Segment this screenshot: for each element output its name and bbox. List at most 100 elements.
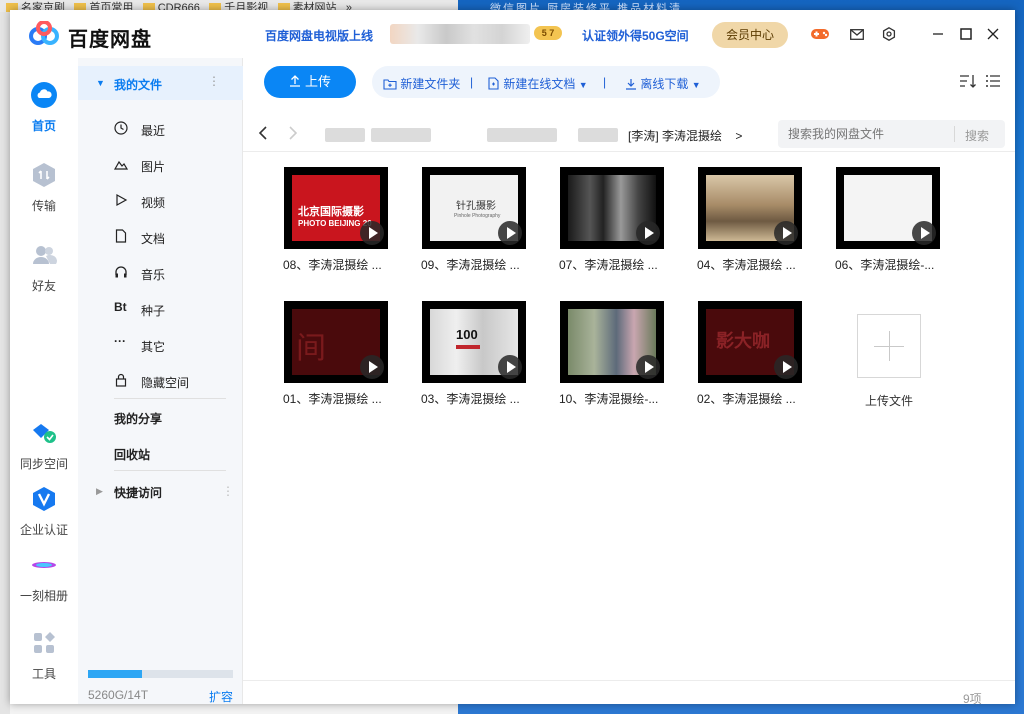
play-icon[interactable] xyxy=(774,355,798,379)
tree-item-hidden-space[interactable]: 隐藏空间 xyxy=(114,372,234,392)
view-options xyxy=(960,75,1000,88)
game-icon[interactable] xyxy=(810,24,830,44)
app-title: 百度网盘 xyxy=(68,29,152,51)
more-vertical-icon[interactable]: ⋮ xyxy=(222,484,234,498)
file-tile[interactable]: 04、李涛混摄绘 ... xyxy=(697,166,803,274)
storage-promo-link[interactable]: 认证领外得50G空间 xyxy=(582,27,689,44)
play-icon[interactable] xyxy=(774,221,798,245)
search-input[interactable] xyxy=(778,120,953,148)
nav-sync[interactable]: 同步空间 xyxy=(10,420,78,472)
video-thumbnail xyxy=(698,167,802,249)
expand-storage-link[interactable]: 扩容 xyxy=(209,688,233,705)
image-icon xyxy=(114,160,128,170)
nav-transfer-label: 传输 xyxy=(31,199,56,213)
breadcrumb-current-label: [李涛] 李涛混摄绘 xyxy=(628,129,723,143)
title-bar: 百度网盘 百度网盘电视版上线 5 7 认证领外得50G空间 会员中心 xyxy=(10,10,1015,58)
file-name: 07、李涛混摄绘 ... xyxy=(559,258,658,272)
video-thumbnail: 100 xyxy=(422,301,526,383)
upload-button[interactable]: 上传 xyxy=(264,66,356,98)
upload-file-tile[interactable]: 上传文件 xyxy=(835,300,941,408)
forward-icon[interactable] xyxy=(286,126,298,140)
vip-level-badge: 5 7 xyxy=(534,26,562,40)
tree-item-videos[interactable]: 视频 xyxy=(114,192,234,212)
file-tile[interactable]: 07、李涛混摄绘 ... xyxy=(559,166,665,274)
upload-icon xyxy=(289,75,300,87)
minimize-icon[interactable] xyxy=(928,24,948,44)
mail-icon[interactable] xyxy=(847,24,867,44)
tree-my-share[interactable]: 我的分享 xyxy=(114,410,162,427)
close-icon[interactable] xyxy=(983,24,1003,44)
file-name: 06、李涛混摄绘-... xyxy=(835,258,935,272)
tree-item-label: 音乐 xyxy=(141,268,166,282)
tree-item-music[interactable]: 音乐 xyxy=(114,264,234,284)
tree-item-documents[interactable]: 文档 xyxy=(114,228,234,248)
lock-icon xyxy=(115,373,127,387)
file-name: 10、李涛混摄绘-... xyxy=(559,392,659,406)
tv-promo-link[interactable]: 百度网盘电视版上线 xyxy=(265,27,373,44)
nav-home[interactable]: 首页 xyxy=(10,82,78,134)
file-tile[interactable]: 06、李涛混摄绘-... xyxy=(835,166,941,274)
tree-item-torrents[interactable]: Bt 种子 xyxy=(114,300,234,320)
play-icon[interactable] xyxy=(498,221,522,245)
divider xyxy=(114,470,226,471)
tree-recycle-bin[interactable]: 回收站 xyxy=(114,446,150,463)
play-icon[interactable] xyxy=(636,221,660,245)
offline-download-button[interactable]: 离线下载 ▼ xyxy=(625,75,701,92)
member-center-button[interactable]: 会员中心 xyxy=(712,22,788,48)
dropdown-arrow-icon[interactable]: ▼ xyxy=(579,80,588,90)
file-tile[interactable]: 影大咖 02、李涛混摄绘 ... xyxy=(697,300,803,408)
tree-my-files[interactable]: ▼ 我的文件 ⋮ xyxy=(78,66,243,100)
video-thumbnail: 间 xyxy=(284,301,388,383)
tree-item-label: 文档 xyxy=(141,232,166,246)
caret-right-icon[interactable]: ▶ xyxy=(96,486,103,497)
play-icon[interactable] xyxy=(912,221,936,245)
file-tile[interactable]: 100 03、李涛混摄绘 ... xyxy=(421,300,527,408)
file-tile[interactable]: 针孔摄影 Pinhole Photography 09、李涛混摄绘 ... xyxy=(421,166,527,274)
play-icon[interactable] xyxy=(636,355,660,379)
clock-icon xyxy=(114,121,128,135)
sort-icon[interactable] xyxy=(960,75,976,88)
breadcrumb-current[interactable]: [李涛] 李涛混摄绘 > xyxy=(628,127,742,144)
breadcrumb[interactable] xyxy=(578,128,618,142)
search-button[interactable]: 搜索 xyxy=(965,127,989,144)
more-vertical-icon[interactable]: ⋮ xyxy=(208,74,220,88)
dropdown-arrow-icon[interactable]: ▼ xyxy=(692,80,701,90)
breadcrumb[interactable] xyxy=(371,128,431,142)
video-icon xyxy=(116,193,128,207)
play-icon[interactable] xyxy=(360,355,384,379)
list-view-icon[interactable] xyxy=(986,75,1000,87)
settings-icon[interactable] xyxy=(879,24,899,44)
caret-down-icon[interactable]: ▼ xyxy=(96,78,105,88)
back-icon[interactable] xyxy=(258,126,270,140)
thumbnail-title: 100 xyxy=(456,327,478,342)
play-icon[interactable] xyxy=(498,355,522,379)
nav-friends[interactable]: 好友 xyxy=(10,242,78,294)
play-icon[interactable] xyxy=(360,221,384,245)
transfer-icon xyxy=(33,163,55,187)
nav-enterprise[interactable]: 企业认证 xyxy=(10,486,78,538)
file-tile[interactable]: 10、李涛混摄绘-... xyxy=(559,300,665,408)
breadcrumb[interactable] xyxy=(325,128,365,142)
new-online-doc-label: 新建在线文档 xyxy=(503,77,576,91)
headphones-icon xyxy=(115,266,127,278)
storage-quota-fill xyxy=(88,670,142,678)
tree-item-recent[interactable]: 最近 xyxy=(114,120,234,140)
tree-item-images[interactable]: 图片 xyxy=(114,156,234,176)
maximize-icon[interactable] xyxy=(956,24,976,44)
breadcrumb[interactable] xyxy=(487,128,557,142)
file-tile[interactable]: 间 01、李涛混摄绘 ... xyxy=(283,300,389,408)
thumbnail-title: 针孔摄影 xyxy=(456,201,496,212)
new-online-doc-button[interactable]: 新建在线文档 ▼ xyxy=(488,75,588,92)
nav-tools[interactable]: 工具 xyxy=(10,630,78,682)
tree-item-others[interactable]: ··· 其它 xyxy=(114,334,234,356)
new-folder-button[interactable]: 新建文件夹 xyxy=(383,75,460,92)
thumbnail-title: 间 xyxy=(296,332,326,365)
sync-space-icon xyxy=(33,424,56,443)
file-tile[interactable]: 北京国际摄影 PHOTO BEIJING 20 08、李涛混摄绘 ... xyxy=(283,166,389,274)
storage-quota-bar xyxy=(88,670,233,678)
upload-file-label: 上传文件 xyxy=(865,394,914,408)
nav-transfer[interactable]: 传输 xyxy=(10,162,78,214)
plus-icon[interactable] xyxy=(857,314,921,378)
avatar[interactable] xyxy=(390,24,530,44)
nav-album[interactable]: 一刻相册 xyxy=(10,552,78,604)
